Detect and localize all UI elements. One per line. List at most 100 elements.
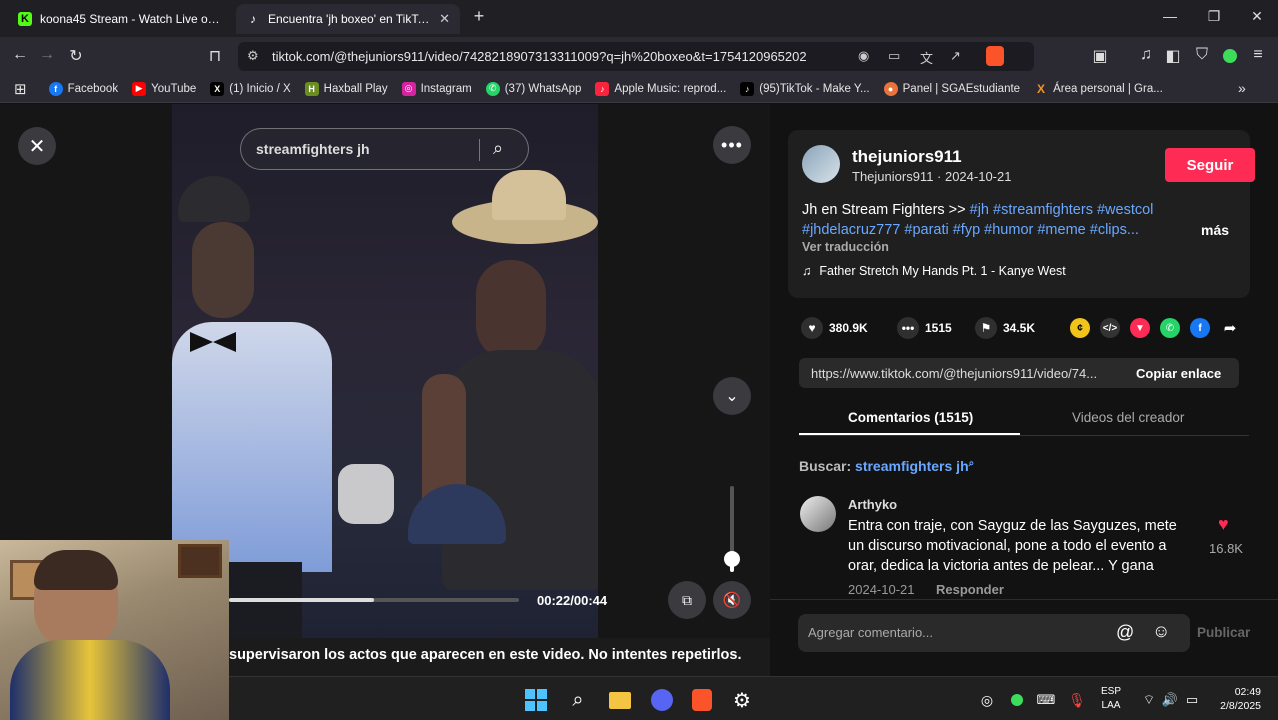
- reply-button[interactable]: Responder: [936, 582, 1004, 597]
- reader-icon[interactable]: ◉: [858, 48, 869, 64]
- kick-icon: K: [18, 12, 32, 26]
- embed-icon[interactable]: </>: [1100, 318, 1120, 338]
- discord-icon[interactable]: [649, 687, 675, 713]
- author-avatar[interactable]: [802, 145, 840, 183]
- close-video-button[interactable]: ✕: [18, 127, 56, 165]
- tab-label: Encuentra 'jh boxeo' en TikTok |: [268, 12, 432, 26]
- copy-link-button[interactable]: Copiar enlace: [1136, 366, 1221, 381]
- brave-browser-icon[interactable]: [689, 687, 715, 713]
- more-options-button[interactable]: •••: [713, 126, 751, 164]
- progress-fill: [229, 598, 374, 602]
- bookmark-haxball[interactable]: H Haxball Play: [304, 81, 388, 96]
- tab-kick[interactable]: K koona45 Stream - Watch Live on Kick: [8, 4, 230, 34]
- minimize-icon[interactable]: —: [1160, 8, 1180, 24]
- youtube-icon: ▶: [132, 81, 147, 96]
- comment-input[interactable]: Agregar comentario... @ ☺: [798, 614, 1190, 652]
- menu-icon[interactable]: ≡: [1248, 46, 1268, 64]
- tab-creator-videos[interactable]: Videos del creador: [1072, 410, 1184, 425]
- bookmark-icon[interactable]: ⊓: [205, 46, 225, 66]
- forward-icon[interactable]: →: [37, 46, 57, 64]
- url-text: tiktok.com/@thejuniors911/video/74282189…: [272, 49, 807, 64]
- commenter-name[interactable]: Arthyko: [848, 497, 897, 512]
- apps-grid-icon[interactable]: ⊞: [14, 80, 27, 98]
- tab-comments[interactable]: Comentarios (1515): [848, 410, 973, 425]
- search-icon[interactable]: ⌕: [493, 138, 503, 159]
- send-icon[interactable]: ▼: [1130, 318, 1150, 338]
- pip-button[interactable]: ⧉: [668, 581, 706, 619]
- close-window-icon[interactable]: ✕: [1247, 8, 1267, 25]
- tab-tiktok[interactable]: ♪ Encuentra 'jh boxeo' en TikTok | ✕: [236, 4, 460, 34]
- more-link[interactable]: más: [1201, 222, 1229, 238]
- bookmark-x[interactable]: X (1) Inicio / X: [210, 81, 291, 96]
- comment-date: 2024-10-21: [848, 582, 915, 597]
- tray-brave-icon[interactable]: ◎: [974, 687, 1000, 713]
- save-action[interactable]: ⚑ 34.5K: [975, 317, 1035, 339]
- restore-icon[interactable]: ❐: [1204, 8, 1224, 25]
- music-icon[interactable]: ♫: [1136, 46, 1156, 64]
- whatsapp-share-icon[interactable]: ✆: [1160, 318, 1180, 338]
- cast-icon[interactable]: ▭: [888, 48, 900, 64]
- follow-button[interactable]: Seguir: [1165, 148, 1255, 182]
- author-username[interactable]: thejuniors911: [852, 147, 962, 167]
- bookmark-instagram[interactable]: ◎ Instagram: [401, 81, 472, 96]
- tray-keyboard-icon[interactable]: ⌨: [1033, 687, 1059, 713]
- coin-icon[interactable]: ¢: [1070, 318, 1090, 338]
- like-action[interactable]: ♥ 380.9K: [801, 317, 868, 339]
- more-bookmarks-icon[interactable]: »: [1238, 80, 1246, 96]
- bookmark-whatsapp[interactable]: ✆ (37) WhatsApp: [485, 81, 581, 96]
- bookmark-facebook[interactable]: f Facebook: [48, 81, 118, 96]
- comment-action[interactable]: ••• 1515: [897, 317, 952, 339]
- hashtags-line-2[interactable]: #jhdelacruz777 #parati #fyp #humor #meme…: [802, 222, 1139, 238]
- bookmark-apple-music[interactable]: ♪ Apple Music: reprod...: [595, 81, 726, 96]
- reload-icon[interactable]: ↻: [66, 46, 86, 66]
- browser-toolbar: ← → ↻ ⊓ ⚙ tiktok.com/@thejuniors911/vide…: [0, 37, 1278, 75]
- site-settings-icon[interactable]: ⚙: [247, 48, 259, 64]
- next-video-button[interactable]: ⌄: [713, 377, 751, 415]
- windows-start-icon[interactable]: [523, 687, 549, 713]
- bookmark-youtube[interactable]: ▶ YouTube: [132, 81, 196, 96]
- share-link-box[interactable]: https://www.tiktok.com/@thejuniors911/vi…: [799, 358, 1239, 388]
- profile-icon[interactable]: [1223, 49, 1237, 63]
- file-explorer-icon[interactable]: [607, 687, 633, 713]
- share-arrow-icon[interactable]: ➦: [1220, 318, 1240, 338]
- post-description: Jh en Stream Fighters >> #jh #streamfigh…: [802, 200, 1182, 240]
- sidebar-icon[interactable]: ◧: [1163, 46, 1183, 66]
- progress-bar[interactable]: [229, 598, 519, 602]
- translate-link[interactable]: Ver traducción: [802, 240, 889, 254]
- commenter-avatar[interactable]: [800, 496, 836, 532]
- volume-slider[interactable]: [722, 486, 742, 572]
- vpn-shield-icon[interactable]: ⛉: [1192, 46, 1212, 64]
- clock[interactable]: 02:49 2/8/2025: [1213, 685, 1261, 713]
- sidebar-toggle-icon[interactable]: ▣: [1090, 46, 1110, 66]
- emoji-icon[interactable]: ☺: [1152, 621, 1170, 642]
- bookmark-tiktok[interactable]: ♪ (95)TikTok - Make Y...: [740, 81, 870, 96]
- back-icon[interactable]: ←: [10, 46, 30, 64]
- mute-button[interactable]: 🔇: [713, 581, 751, 619]
- language-indicator[interactable]: ESP LAA: [1101, 685, 1121, 713]
- share-page-icon[interactable]: ↗: [950, 48, 961, 64]
- webcam-wall-frame: [178, 544, 222, 578]
- search-icon[interactable]: ⌕: [565, 687, 591, 713]
- address-bar[interactable]: ⚙ tiktok.com/@thejuniors911/video/742821…: [238, 42, 1034, 71]
- hashtags-line-1[interactable]: #jh #streamfighters #westcol: [970, 202, 1154, 218]
- tray-green-icon[interactable]: [1004, 687, 1030, 713]
- microphone-icon[interactable]: 🎙: [1064, 687, 1090, 713]
- x-icon: X: [210, 81, 225, 96]
- bookmark-sga[interactable]: ● Panel | SGAEstudiante: [883, 81, 1020, 96]
- volume-knob[interactable]: [724, 551, 740, 568]
- settings-gear-icon[interactable]: ⚙: [729, 687, 755, 713]
- brave-shield-icon[interactable]: [986, 46, 1004, 66]
- battery-icon[interactable]: ▭: [1179, 687, 1205, 713]
- translate-icon[interactable]: 文: [920, 48, 933, 67]
- video-search-box[interactable]: streamfighters jh ⌕: [240, 128, 529, 170]
- bookmark-area-personal[interactable]: X Área personal | Gra...: [1034, 82, 1163, 96]
- comment-search[interactable]: Buscar: streamfighters jh⌕: [799, 458, 974, 474]
- facebook-share-icon[interactable]: f: [1190, 318, 1210, 338]
- publish-button[interactable]: Publicar: [1197, 625, 1250, 640]
- comment-heart-icon[interactable]: ♥: [1218, 514, 1229, 535]
- close-tab-icon[interactable]: ✕: [439, 11, 450, 27]
- mention-icon[interactable]: @: [1116, 622, 1134, 643]
- music-row[interactable]: ♫ Father Stretch My Hands Pt. 1 - Kanye …: [802, 264, 1066, 278]
- video-player[interactable]: [172, 104, 598, 676]
- new-tab-button[interactable]: +: [469, 6, 489, 27]
